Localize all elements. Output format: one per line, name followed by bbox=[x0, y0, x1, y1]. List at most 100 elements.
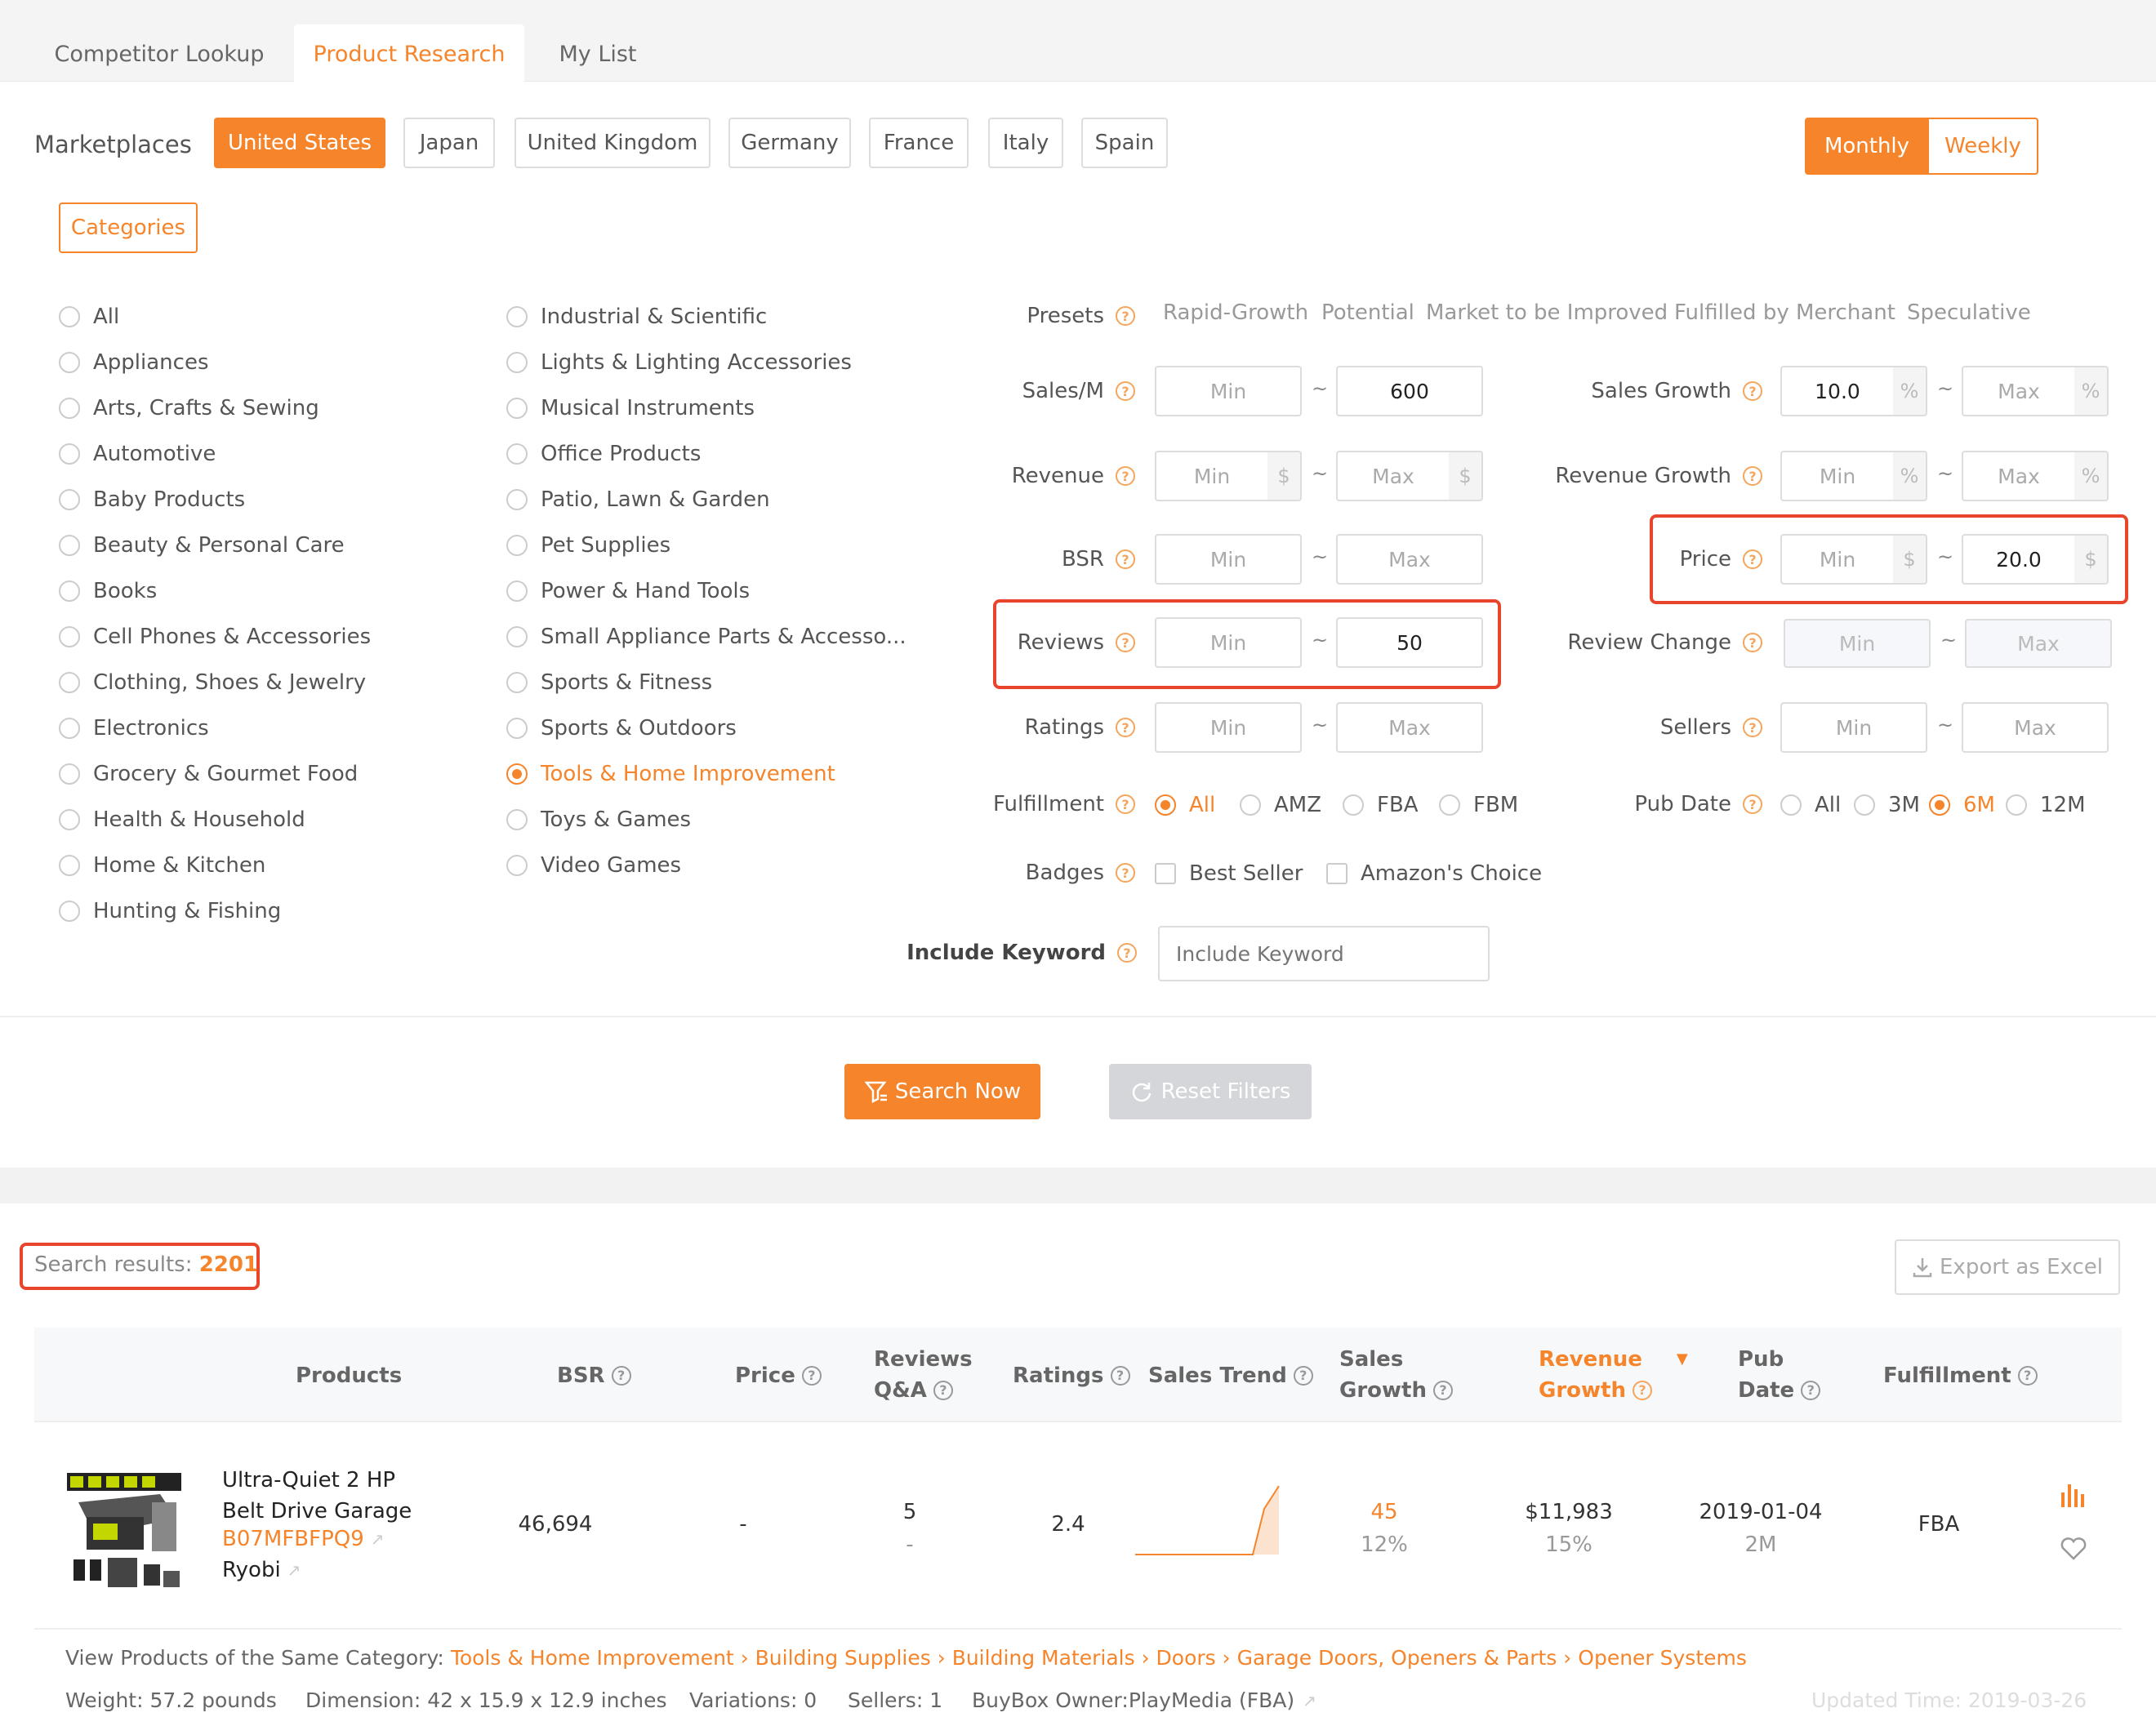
header-pub-date[interactable]: Pub Date? bbox=[1738, 1344, 1821, 1406]
product-brand[interactable]: Ryobi ↗ bbox=[222, 1558, 301, 1582]
category-patio-lawn-garden[interactable]: Patio, Lawn & Garden bbox=[506, 483, 770, 516]
category-electronics[interactable]: Electronics bbox=[59, 712, 209, 745]
breadcrumb-link[interactable]: Doors bbox=[1156, 1646, 1216, 1670]
header-products[interactable]: Products bbox=[296, 1360, 402, 1391]
category-beauty-personal-care[interactable]: Beauty & Personal Care bbox=[59, 529, 345, 562]
category-health-household[interactable]: Health & Household bbox=[59, 803, 305, 836]
help-icon[interactable]: ? bbox=[1116, 863, 1135, 883]
marketplace-spain[interactable]: Spain bbox=[1081, 118, 1168, 168]
tab-product-research[interactable]: Product Research bbox=[294, 24, 524, 83]
reset-filters-button[interactable]: Reset Filters bbox=[1109, 1064, 1312, 1119]
pub-date-option-3m[interactable]: 3M bbox=[1854, 789, 1920, 821]
category-books[interactable]: Books bbox=[59, 575, 157, 607]
include-keyword-input[interactable] bbox=[1158, 926, 1490, 981]
help-icon[interactable]: ? bbox=[1116, 549, 1135, 569]
category-pet-supplies[interactable]: Pet Supplies bbox=[506, 529, 670, 562]
help-icon[interactable]: ? bbox=[1293, 1366, 1313, 1386]
bsr-min-input[interactable]: Min bbox=[1155, 534, 1302, 585]
breadcrumb-link[interactable]: Opener Systems bbox=[1578, 1646, 1747, 1670]
header-bsr[interactable]: BSR? bbox=[557, 1360, 631, 1391]
pub-date-option-all[interactable]: All bbox=[1780, 789, 1841, 821]
help-icon[interactable]: ? bbox=[801, 1366, 822, 1386]
fulfillment-option-fbm[interactable]: FBM bbox=[1439, 789, 1518, 821]
review-change-max-input[interactable]: Max bbox=[1965, 619, 2112, 668]
tab-competitor-lookup[interactable]: Competitor Lookup bbox=[33, 24, 286, 83]
category-home-kitchen[interactable]: Home & Kitchen bbox=[59, 849, 265, 882]
help-icon[interactable]: ? bbox=[611, 1366, 631, 1386]
help-icon[interactable]: ? bbox=[1116, 466, 1135, 486]
sales-growth-max-input[interactable]: Max bbox=[1962, 366, 2076, 416]
external-link-icon[interactable]: ↗ bbox=[1303, 1691, 1316, 1710]
category-baby-products[interactable]: Baby Products bbox=[59, 483, 245, 516]
revenue-max-input[interactable]: Max bbox=[1336, 451, 1450, 501]
sellers-max-input[interactable]: Max bbox=[1962, 702, 2109, 753]
marketplace-united-kingdom[interactable]: United Kingdom bbox=[514, 118, 710, 168]
marketplace-france[interactable]: France bbox=[869, 118, 969, 168]
help-icon[interactable]: ? bbox=[1116, 381, 1135, 401]
period-weekly-button[interactable]: Weekly bbox=[1927, 118, 2038, 175]
help-icon[interactable]: ? bbox=[1743, 718, 1762, 737]
categories-button[interactable]: Categories bbox=[59, 202, 198, 253]
help-icon[interactable]: ? bbox=[1743, 466, 1762, 486]
help-icon[interactable]: ? bbox=[933, 1381, 953, 1400]
header-sales-trend[interactable]: Sales Trend? bbox=[1148, 1360, 1313, 1391]
category-automotive[interactable]: Automotive bbox=[59, 438, 216, 470]
header-sales-growth[interactable]: Sales Growth? bbox=[1339, 1344, 1453, 1406]
bsr-max-input[interactable]: Max bbox=[1336, 534, 1483, 585]
external-link-icon[interactable]: ↗ bbox=[371, 1529, 385, 1549]
revenue-growth-min-input[interactable]: Min bbox=[1780, 451, 1895, 501]
header-price[interactable]: Price? bbox=[735, 1360, 822, 1391]
header-ratings[interactable]: Ratings? bbox=[1013, 1360, 1130, 1391]
breadcrumb-link[interactable]: Building Materials bbox=[952, 1646, 1135, 1670]
category-tools-home-improvement[interactable]: Tools & Home Improvement bbox=[506, 758, 835, 790]
help-icon[interactable]: ? bbox=[1743, 794, 1762, 814]
fulfillment-option-all[interactable]: All bbox=[1155, 789, 1215, 821]
badge-amazons-choice-checkbox[interactable]: Amazon's Choice bbox=[1326, 857, 1542, 890]
header-revenue-growth[interactable]: Revenue ▼ Growth? bbox=[1539, 1344, 1688, 1406]
period-monthly-button[interactable]: Monthly bbox=[1805, 118, 1929, 175]
search-now-button[interactable]: Search Now bbox=[844, 1064, 1040, 1119]
preset-fulfilled-by-merchant[interactable]: Fulfilled by Merchant bbox=[1674, 300, 1895, 325]
marketplace-united-states[interactable]: United States bbox=[214, 118, 385, 168]
help-icon[interactable]: ? bbox=[1743, 633, 1762, 652]
heart-icon[interactable] bbox=[2060, 1537, 2087, 1561]
category-musical-instruments[interactable]: Musical Instruments bbox=[506, 392, 755, 425]
breadcrumb-link[interactable]: Tools & Home Improvement bbox=[451, 1646, 734, 1670]
help-icon[interactable]: ? bbox=[1117, 943, 1137, 963]
breadcrumb-link[interactable]: Garage Doors, Openers & Parts bbox=[1237, 1646, 1557, 1670]
fulfillment-option-amz[interactable]: AMZ bbox=[1240, 789, 1321, 821]
product-image[interactable] bbox=[62, 1470, 186, 1594]
badge-best-seller-checkbox[interactable]: Best Seller bbox=[1155, 857, 1303, 890]
category-sports-fitness[interactable]: Sports & Fitness bbox=[506, 666, 712, 699]
help-icon[interactable]: ? bbox=[1116, 718, 1135, 737]
product-asin-link[interactable]: B07MFBFPQ9 ↗ bbox=[222, 1527, 385, 1551]
help-icon[interactable]: ? bbox=[1116, 306, 1135, 326]
preset-rapid-growth[interactable]: Rapid-Growth bbox=[1163, 300, 1308, 325]
header-reviews[interactable]: Reviews Q&A? bbox=[874, 1344, 973, 1406]
marketplace-japan[interactable]: Japan bbox=[403, 118, 495, 168]
pub-date-option-12m[interactable]: 12M bbox=[2006, 789, 2086, 821]
category-office-products[interactable]: Office Products bbox=[506, 438, 701, 470]
help-icon[interactable]: ? bbox=[1801, 1381, 1821, 1400]
help-icon[interactable]: ? bbox=[2017, 1366, 2038, 1386]
sales-growth-min-input[interactable]: 10.0 bbox=[1780, 366, 1895, 416]
category-arts-crafts-sewing[interactable]: Arts, Crafts & Sewing bbox=[59, 392, 319, 425]
external-link-icon[interactable]: ↗ bbox=[287, 1560, 301, 1580]
preset-market-to-be-improved[interactable]: Market to be Improved bbox=[1426, 300, 1668, 325]
category-toys-games[interactable]: Toys & Games bbox=[506, 803, 691, 836]
category-power-hand-tools[interactable]: Power & Hand Tools bbox=[506, 575, 750, 607]
ratings-max-input[interactable]: Max bbox=[1336, 702, 1483, 753]
category-sports-outdoors[interactable]: Sports & Outdoors bbox=[506, 712, 737, 745]
sales-max-input[interactable]: 600 bbox=[1336, 366, 1483, 416]
help-icon[interactable]: ? bbox=[1110, 1366, 1130, 1386]
category-clothing-shoes-jewelry[interactable]: Clothing, Shoes & Jewelry bbox=[59, 666, 366, 699]
category-industrial-scientific[interactable]: Industrial & Scientific bbox=[506, 300, 767, 333]
export-excel-button[interactable]: Export as Excel bbox=[1895, 1239, 2120, 1295]
sort-desc-icon[interactable]: ▼ bbox=[1677, 1344, 1688, 1375]
ratings-min-input[interactable]: Min bbox=[1155, 702, 1302, 753]
category-all[interactable]: All bbox=[59, 300, 119, 333]
pub-date-option-6m[interactable]: 6M bbox=[1929, 789, 1995, 821]
marketplace-italy[interactable]: Italy bbox=[988, 118, 1063, 168]
sales-trend-sparkline[interactable] bbox=[1134, 1484, 1281, 1556]
category-hunting-fishing[interactable]: Hunting & Fishing bbox=[59, 895, 281, 928]
